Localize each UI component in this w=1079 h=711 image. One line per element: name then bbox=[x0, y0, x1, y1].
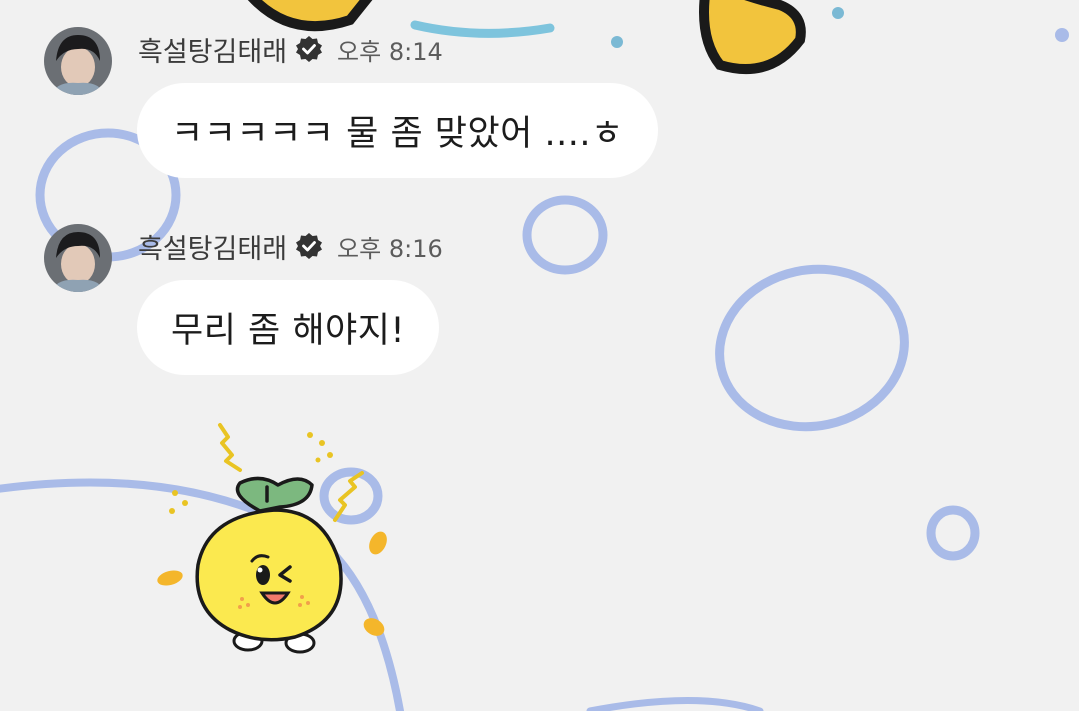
message-bubble[interactable]: 무리 좀 해야지! bbox=[137, 280, 439, 375]
wallpaper-arc bbox=[586, 697, 764, 711]
message-bubble[interactable]: ㅋㅋㅋㅋㅋ 물 좀 맞았어 ....ㅎ bbox=[137, 83, 658, 178]
wallpaper-dot bbox=[611, 36, 623, 48]
yellow-citrus-character-sticker[interactable] bbox=[150, 415, 400, 660]
sender-name[interactable]: 흑설탕김태래 bbox=[138, 30, 287, 69]
sender-name[interactable]: 흑설탕김태래 bbox=[138, 227, 287, 266]
wallpaper-circle bbox=[926, 505, 980, 561]
wallpaper-circle bbox=[522, 195, 608, 275]
wallpaper-dot bbox=[1055, 28, 1069, 42]
verified-badge-icon bbox=[296, 36, 323, 62]
avatar[interactable] bbox=[44, 224, 112, 292]
avatar-photo-icon bbox=[44, 224, 112, 292]
avatar[interactable] bbox=[44, 27, 112, 95]
message-timestamp: 오후 8:14 bbox=[337, 37, 443, 66]
message-timestamp: 오후 8:16 bbox=[337, 234, 443, 263]
message-text: 무리 좀 해야지! bbox=[171, 311, 405, 351]
wallpaper-circle bbox=[715, 264, 909, 432]
verified-badge-icon bbox=[296, 233, 323, 259]
message-text: ㅋㅋㅋㅋㅋ 물 좀 맞았어 ....ㅎ bbox=[171, 114, 624, 154]
wallpaper-dot bbox=[832, 7, 844, 19]
avatar-photo-icon bbox=[44, 27, 112, 95]
